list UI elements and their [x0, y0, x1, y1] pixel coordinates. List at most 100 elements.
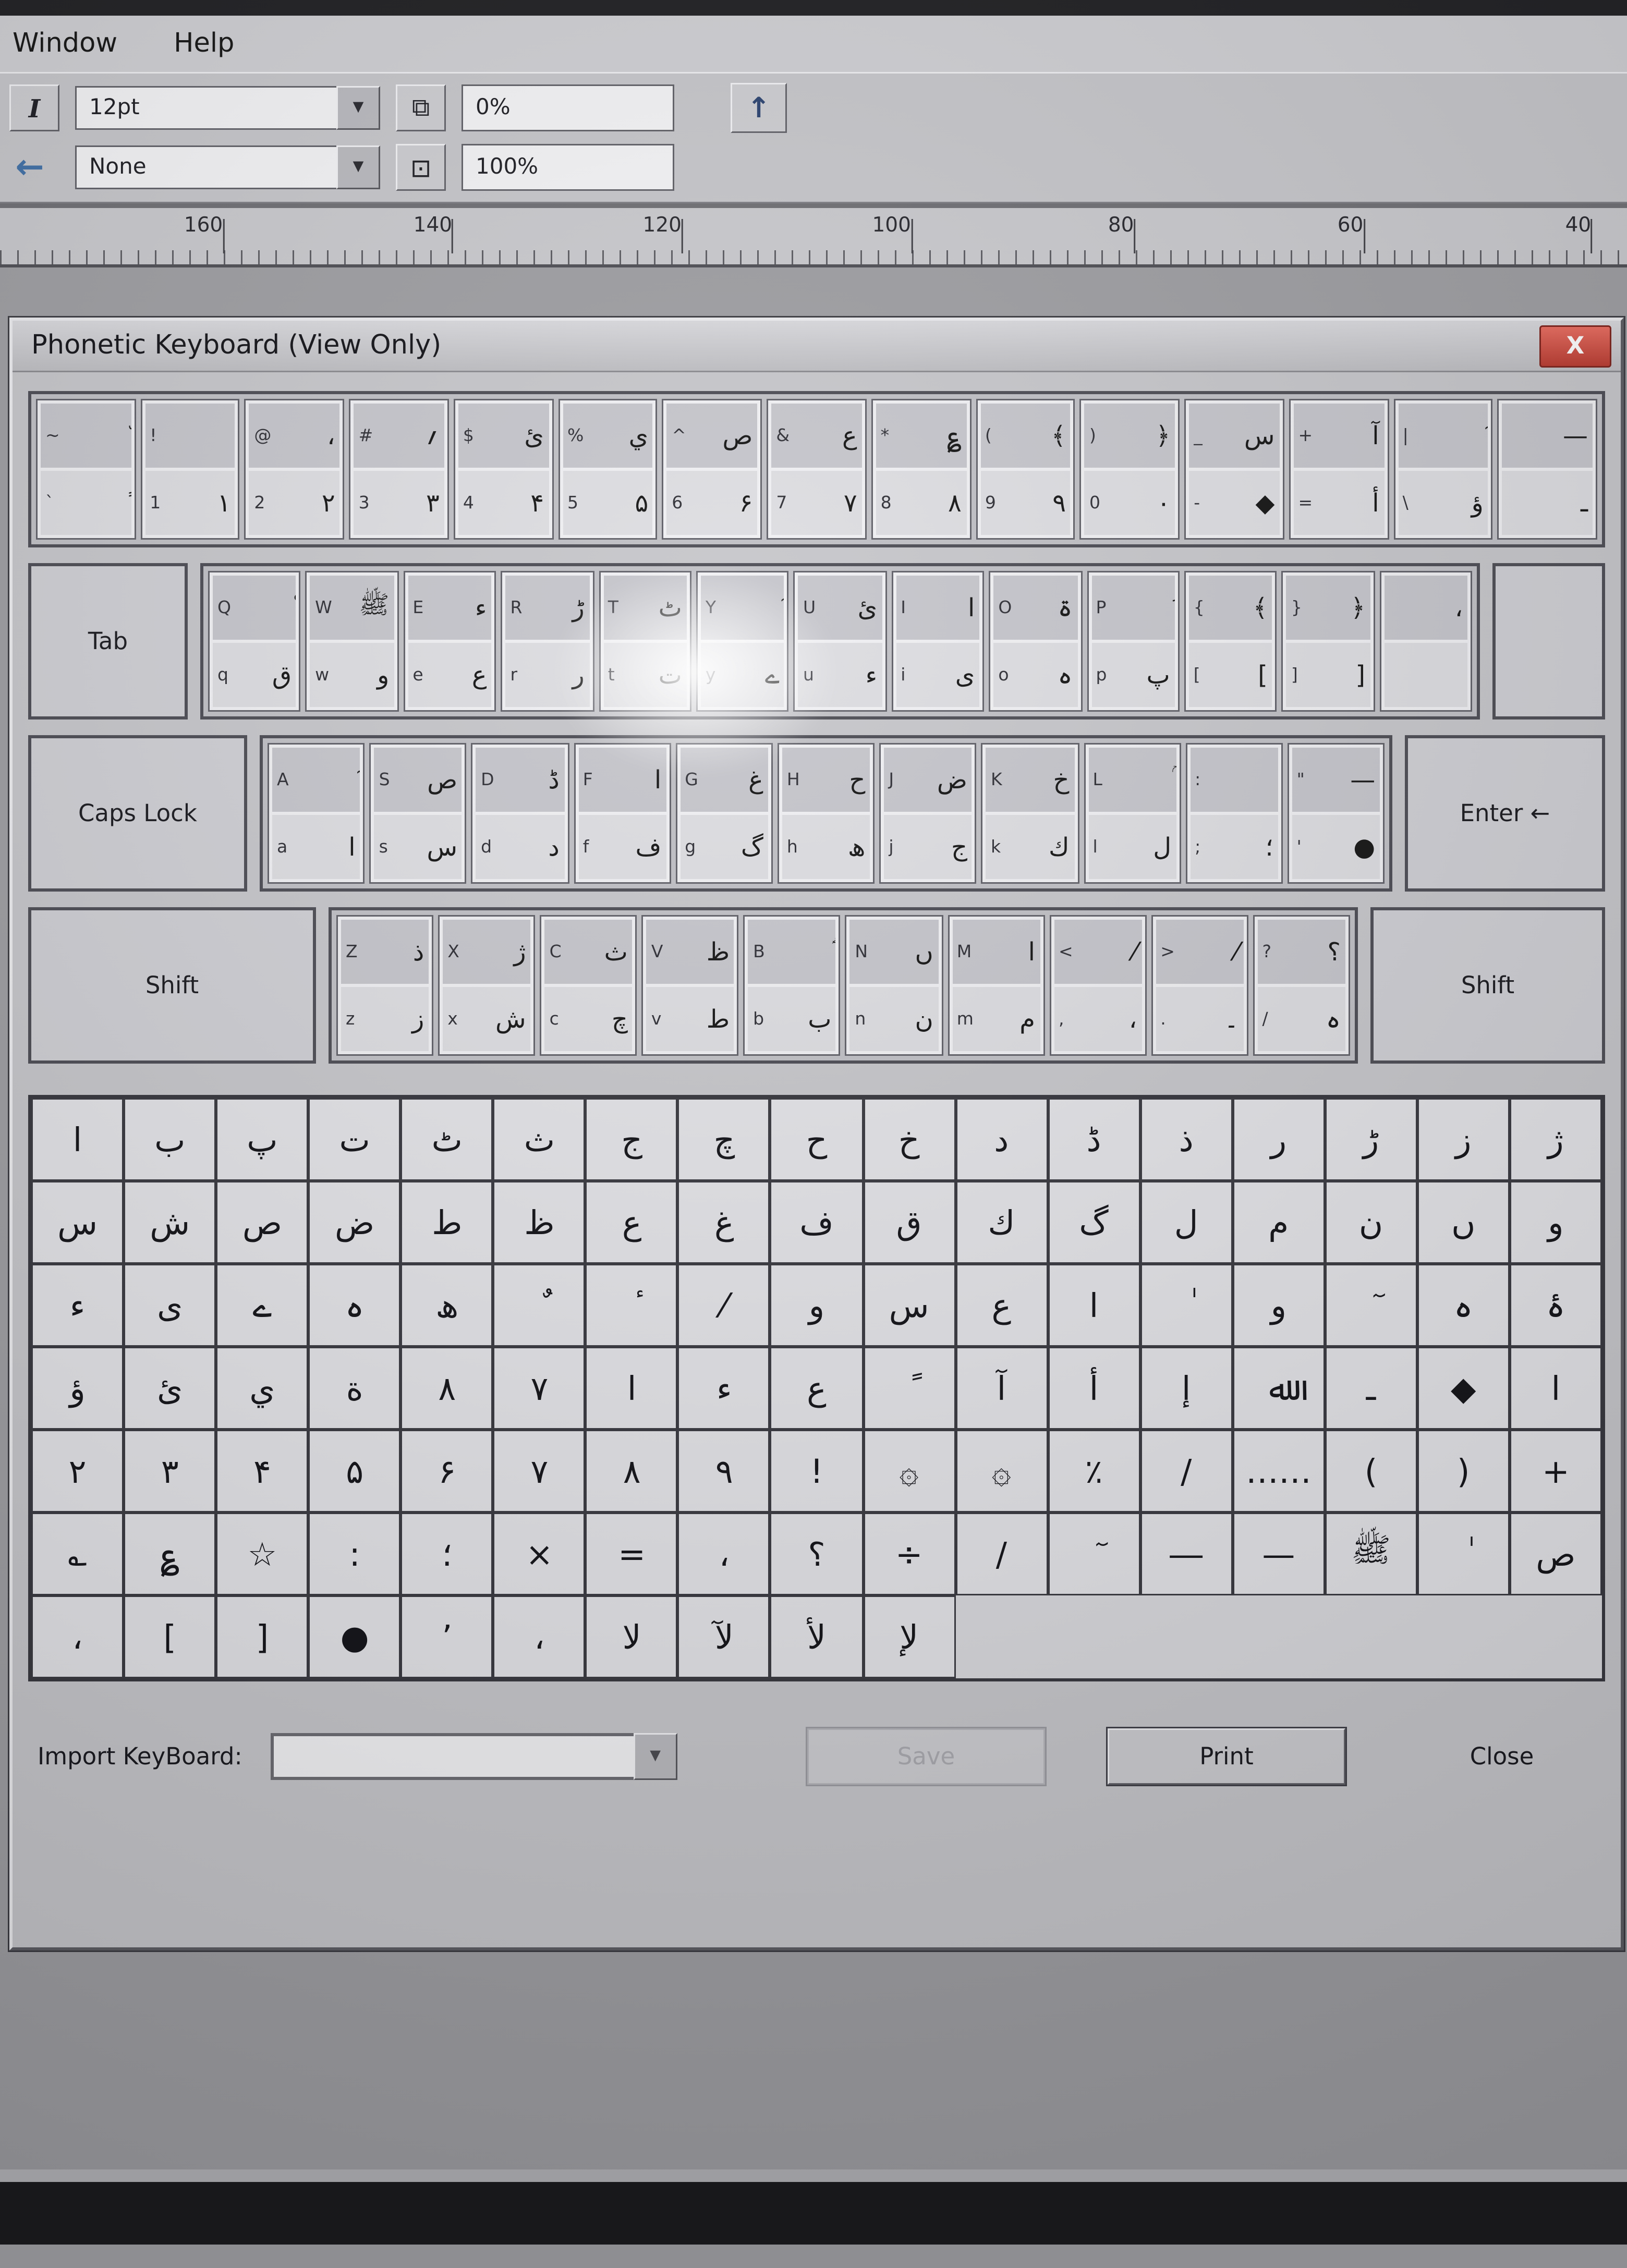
save-button[interactable]: Save	[807, 1728, 1045, 1785]
grid-cell: ل	[1140, 1181, 1232, 1264]
grid-cell: ۂ	[1510, 1264, 1602, 1347]
menu-window[interactable]: Window	[13, 28, 117, 59]
grid-cell: س	[31, 1181, 124, 1264]
key-latin-label: r	[511, 665, 518, 685]
chevron-down-icon[interactable]: ▼	[336, 145, 380, 189]
shift-right-key: Shift	[1370, 907, 1605, 1064]
grid-cell: ج	[586, 1098, 678, 1181]
key-latin-label: a	[277, 837, 287, 857]
keyboard-key-o: Oۃoہ	[989, 571, 1082, 712]
grid-cell: ۷	[493, 1430, 586, 1513]
grid-cell: /	[955, 1513, 1048, 1595]
font-size-combo[interactable]: 12pt ▼	[75, 86, 380, 130]
key-latin-label: ;	[1195, 837, 1200, 857]
keyboard-key-[: {﴾[[	[1184, 571, 1277, 712]
key-latin-label: ]	[1291, 665, 1298, 685]
print-button[interactable]: Print	[1108, 1728, 1345, 1785]
grid-cell: ،	[493, 1595, 586, 1678]
horizontal-ruler: 160140120100806040	[0, 208, 1627, 267]
key-shift-arabic-label: ء	[475, 593, 487, 623]
key-shift-latin-label: Z	[346, 942, 358, 962]
workspace-background: Phonetic Keyboard (View Only) X ~ٌ`ً!1۱@…	[0, 267, 1627, 2132]
back-arrow-icon[interactable]: ←	[9, 148, 50, 187]
key-arabic-label: و	[377, 660, 389, 690]
workspace-lower	[0, 2132, 1627, 2182]
style-combo[interactable]: None ▼	[75, 145, 380, 189]
font-size-value[interactable]: 12pt	[75, 86, 336, 130]
spacing-field[interactable]: 0%	[462, 84, 674, 131]
menu-help[interactable]: Help	[174, 28, 234, 59]
key-shift-latin-label: V	[651, 942, 663, 962]
key-shift-arabic-label: ض	[937, 765, 967, 795]
ruler-mark-100: 100	[872, 214, 910, 238]
keyboard-key-/: ?؟/ہ	[1253, 915, 1350, 1056]
grid-cell: ؤ	[31, 1347, 124, 1430]
grid-cell: ،	[678, 1513, 770, 1595]
key-shift-arabic-label: ٹ	[659, 593, 682, 623]
key-arabic-label: ك	[1049, 832, 1070, 862]
grid-cell: گ	[1048, 1181, 1140, 1264]
key-latin-label: l	[1093, 837, 1098, 857]
grid-cell: ء	[31, 1264, 124, 1347]
grid-cell: ―	[1140, 1513, 1232, 1595]
up-arrow-button[interactable]: ↑	[731, 83, 787, 133]
home-row-strip: AٓaاSصsسDڈdدFاfفGغgگHحhھJضjجKخkكLؒlل:;؛"…	[260, 735, 1392, 892]
grid-cell: و	[1510, 1181, 1602, 1264]
grid-cell: ☆	[216, 1513, 308, 1595]
key-shift-arabic-label: ں	[915, 937, 933, 967]
keyboard-key-3: #؍3۳	[349, 399, 449, 540]
grid-cell: ش	[124, 1181, 216, 1264]
key-shift-arabic-label: ؍	[425, 421, 440, 450]
grid-cell: ر	[1232, 1098, 1325, 1181]
enter-key: Enter ←	[1405, 735, 1605, 892]
close-icon[interactable]: X	[1539, 325, 1611, 367]
keyboard-key-y: Yٓyے	[696, 571, 789, 712]
keyboard-qwerty-row: Tab QْqقWﷺwوEءeعRڑrرTٹtتYٓyےUئuءIاiیOۃoہ…	[28, 563, 1605, 720]
keyboard-key-blank: ،	[1379, 571, 1472, 712]
key-latin-label: 0	[1089, 493, 1100, 513]
key-shift-latin-label: ^	[672, 425, 686, 446]
import-keyboard-value[interactable]	[271, 1733, 634, 1780]
key-arabic-label: ۶	[739, 488, 753, 518]
style-value[interactable]: None	[75, 145, 336, 189]
ruler-mark-120: 120	[643, 214, 682, 238]
key-latin-label: ,	[1059, 1009, 1064, 1029]
dialog-titlebar[interactable]: Phonetic Keyboard (View Only) X	[13, 321, 1621, 372]
toolbar-divider	[0, 203, 1627, 208]
key-shift-latin-label: U	[803, 598, 816, 618]
chevron-down-icon[interactable]: ▼	[634, 1733, 677, 1780]
grid-cell: ت	[309, 1098, 401, 1181]
keyboard-key-]: }﴿]]	[1282, 571, 1375, 712]
key-arabic-label: ۹	[1052, 488, 1066, 518]
key-shift-latin-label: *	[881, 425, 890, 446]
key-latin-label: 6	[672, 493, 683, 513]
key-latin-label: b	[753, 1009, 764, 1029]
key-shift-arabic-label: ص	[722, 421, 752, 450]
chevron-down-icon[interactable]: ▼	[336, 86, 380, 130]
key-latin-label: 5	[567, 493, 578, 513]
key-shift-arabic-label: غ	[748, 765, 763, 795]
grid-cell: ÷	[863, 1513, 955, 1595]
key-shift-latin-label: !	[150, 425, 156, 446]
key-shift-latin-label: D	[481, 770, 494, 790]
keyboard-key-0: )﴿0۰	[1080, 399, 1180, 540]
key-arabic-label: ۷	[844, 488, 857, 518]
grid-cell: ہ	[309, 1264, 401, 1347]
toolbar-row-2: ← None ▼ ⊡ 100%	[9, 144, 1627, 191]
italic-icon[interactable]: I	[9, 84, 59, 131]
close-button[interactable]: Close	[1408, 1730, 1596, 1783]
key-latin-label: t	[608, 665, 615, 685]
key-shift-arabic-label: ،	[327, 421, 335, 450]
grid-cell: د	[955, 1098, 1048, 1181]
import-keyboard-combo[interactable]: ▼	[271, 1733, 677, 1780]
grid-cell: ذ	[1140, 1098, 1232, 1181]
key-latin-label: h	[787, 837, 798, 857]
key-shift-latin-label: Y	[706, 598, 716, 618]
key-latin-label: 7	[776, 493, 787, 513]
key-latin-label: m	[957, 1009, 974, 1029]
key-shift-latin-label: (	[985, 425, 992, 446]
key-arabic-label: گ	[741, 832, 763, 862]
key-shift-latin-label: +	[1298, 425, 1313, 446]
key-latin-label: =	[1298, 493, 1313, 513]
zoom-field[interactable]: 100%	[462, 144, 674, 191]
